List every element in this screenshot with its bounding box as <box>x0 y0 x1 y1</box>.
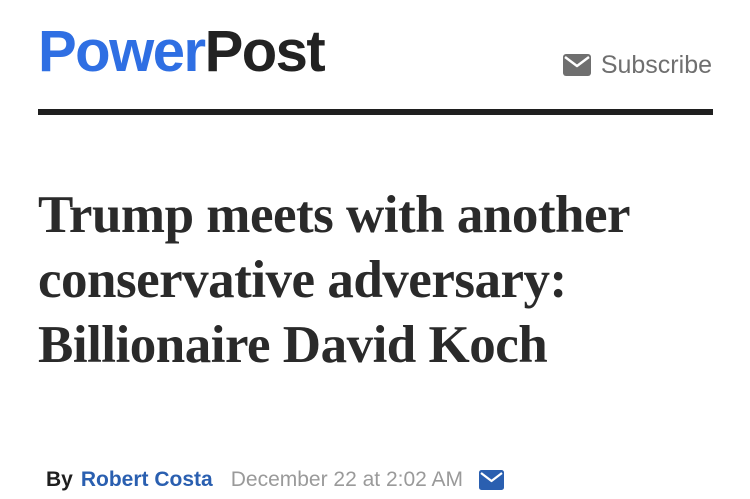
publish-timestamp: December 22 at 2:02 AM <box>230 468 464 491</box>
article-headline: Trump meets with another conservative ad… <box>38 186 630 374</box>
author-link[interactable]: Robert Costa <box>81 466 213 494</box>
header-divider <box>38 109 713 115</box>
subscribe-label: Subscribe <box>600 51 712 79</box>
email-share-icon[interactable] <box>479 470 505 490</box>
envelope-icon <box>562 54 591 76</box>
subscribe-button[interactable]: Subscribe <box>562 50 712 80</box>
powerpost-logo[interactable]: PowerPost <box>38 19 326 84</box>
byline-prefix: By <box>46 468 73 491</box>
logo-power-text: Power <box>38 19 206 84</box>
byline: By Robert Costa December 22 at 2:02 AM <box>46 466 505 494</box>
logo-post-text: Post <box>204 19 326 84</box>
site-header: PowerPost Subscribe <box>38 18 712 88</box>
